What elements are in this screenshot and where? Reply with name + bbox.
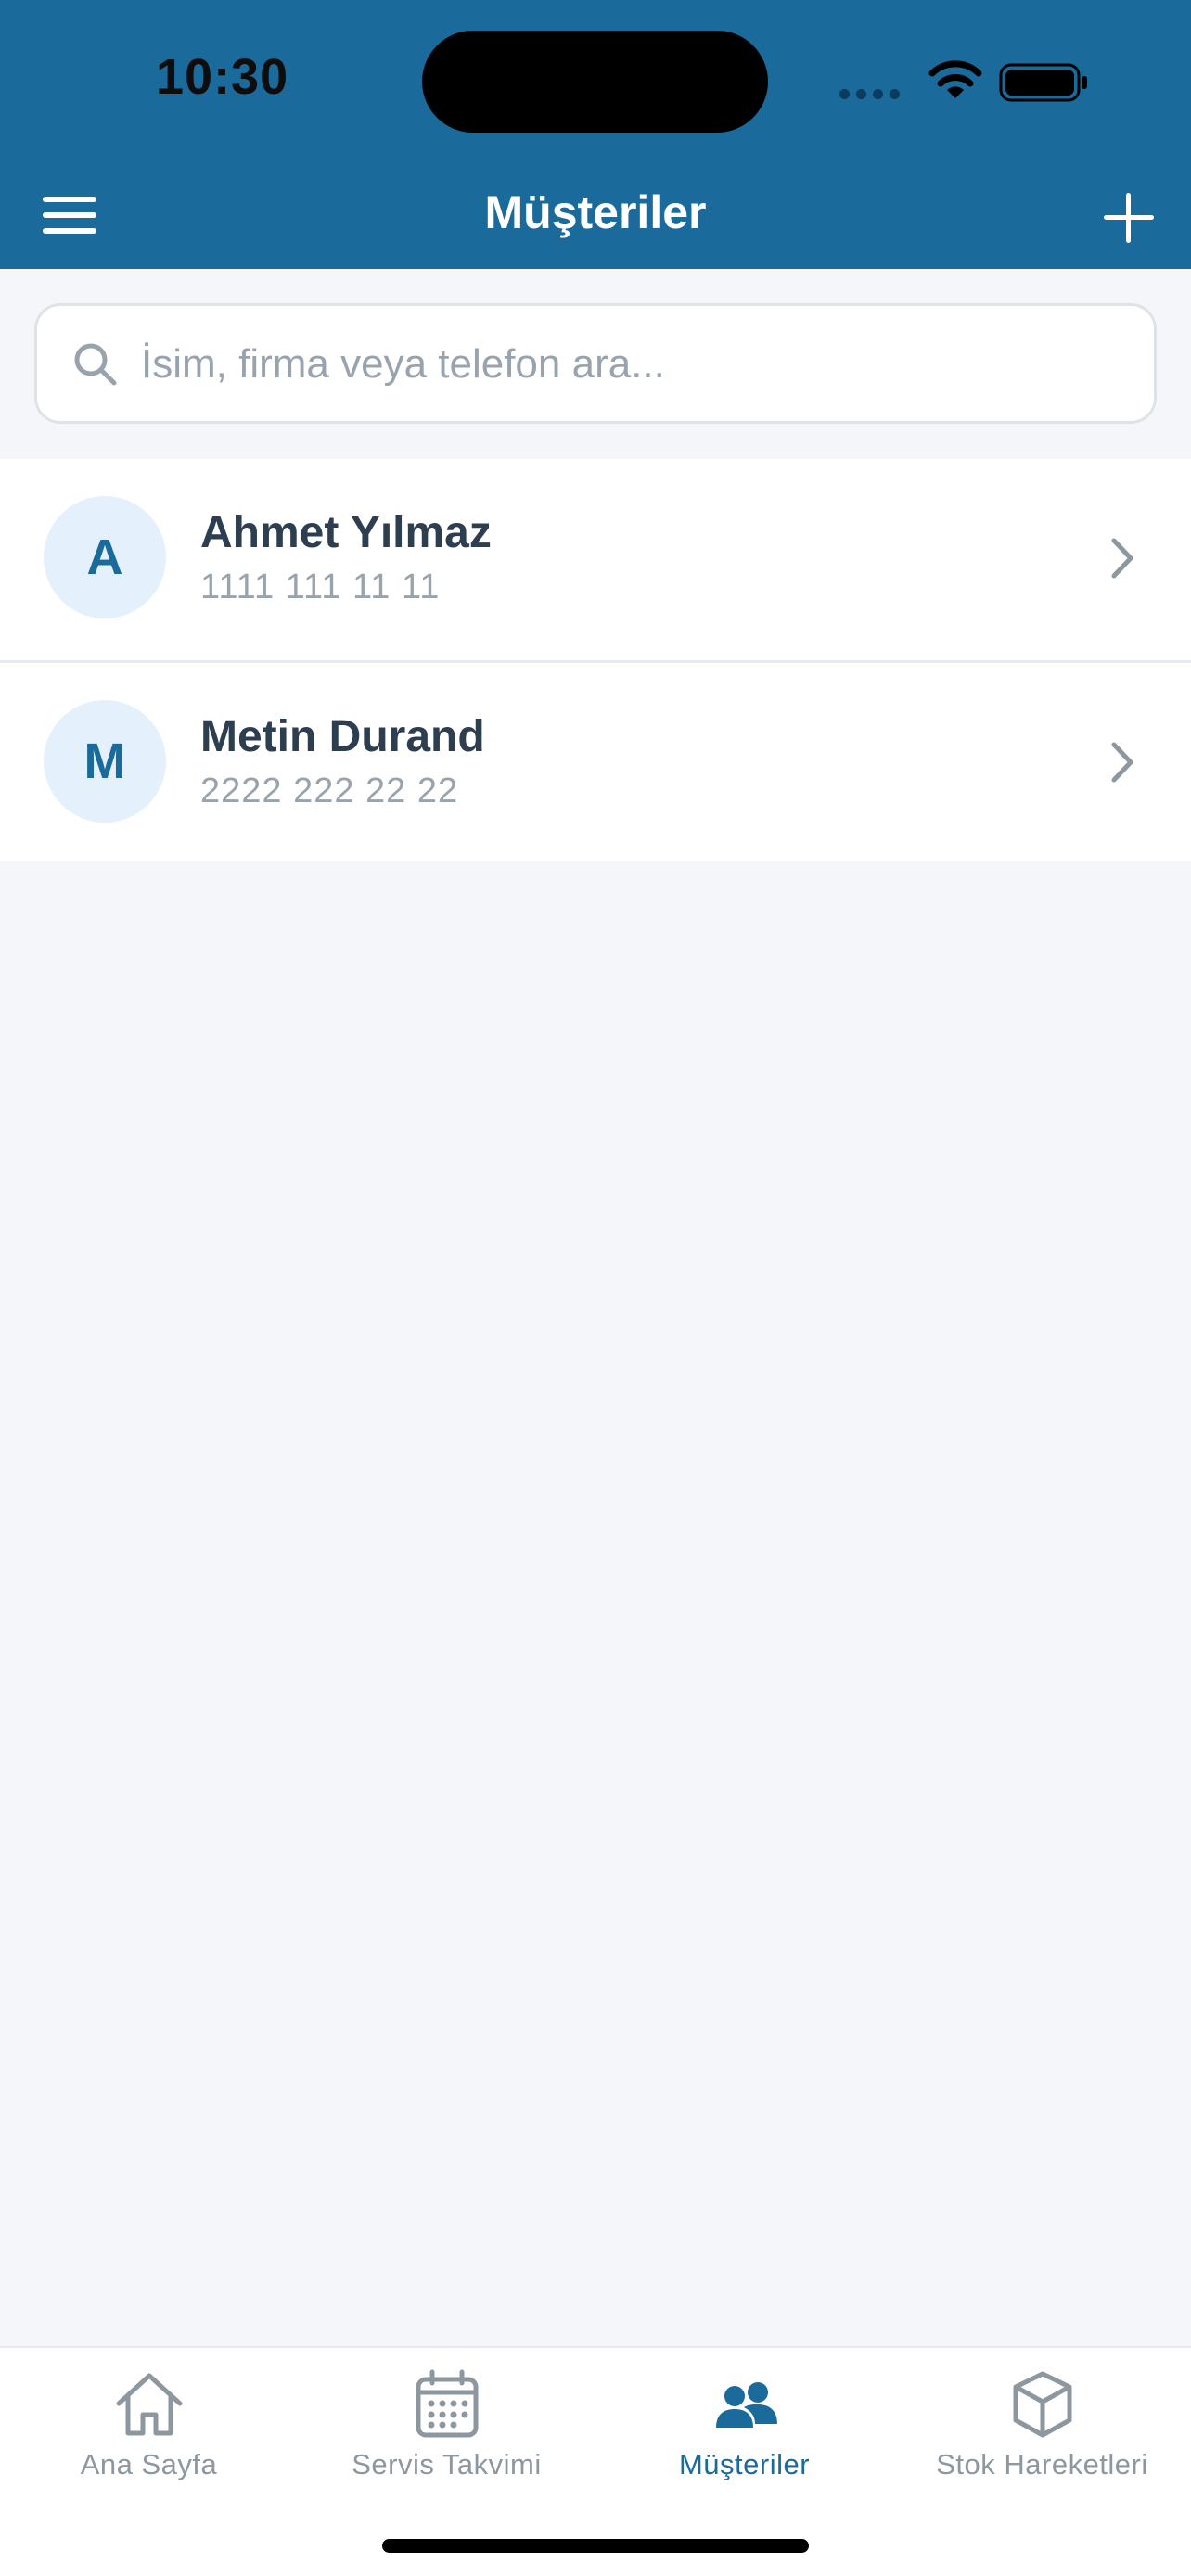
- status-time: 10:30: [156, 49, 289, 105]
- tab-label: Servis Takvimi: [352, 2448, 542, 2480]
- customer-list-item[interactable]: M Metin Durand 2222 222 22 22: [0, 660, 1191, 861]
- tab-label: Stok Hareketleri: [936, 2448, 1148, 2480]
- tab-label: Ana Sayfa: [80, 2448, 218, 2480]
- avatar: M: [44, 700, 166, 823]
- customer-name: Metin Durand: [200, 712, 485, 761]
- tab-musteriler[interactable]: Müşteriler: [596, 2366, 893, 2506]
- home-icon: [116, 2373, 182, 2436]
- customer-phone: 2222 222 22 22: [200, 772, 459, 810]
- status-indicators: [839, 56, 1090, 102]
- search-icon: [74, 343, 117, 386]
- search-bar: [34, 303, 1157, 424]
- tab-label: Müşteriler: [678, 2448, 811, 2480]
- avatar: A: [44, 496, 166, 618]
- home-indicator: [382, 2539, 809, 2553]
- customer-list: A Ahmet Yılmaz 1111 111 11 11 M Metin Du…: [0, 459, 1191, 861]
- customer-phone: 1111 111 11 11: [200, 567, 441, 606]
- add-customer-icon[interactable]: [1100, 189, 1158, 247]
- box-icon: [1013, 2371, 1071, 2438]
- cellular-signal-icon: [839, 87, 906, 104]
- tab-servis-takvimi[interactable]: Servis Takvimi: [298, 2366, 596, 2506]
- chevron-right-icon: [1111, 538, 1133, 579]
- dynamic-island: [422, 31, 768, 133]
- battery-icon: [999, 63, 1087, 102]
- wifi-icon: [928, 60, 982, 98]
- customers-screen: 10:30 Müşteriler İsim, firma veya telefo…: [0, 0, 1191, 2576]
- users-icon: [715, 2382, 777, 2428]
- app-header: 10:30 Müşteriler: [0, 0, 1191, 269]
- tab-ana-sayfa[interactable]: Ana Sayfa: [0, 2366, 298, 2506]
- tab-stok-hareketleri[interactable]: Stok Hareketleri: [893, 2366, 1191, 2506]
- calendar-icon: [416, 2369, 478, 2438]
- customer-name: Ahmet Yılmaz: [200, 508, 492, 557]
- customer-list-item[interactable]: A Ahmet Yılmaz 1111 111 11 11: [0, 459, 1191, 660]
- page-title: Müşteriler: [484, 186, 707, 238]
- search-input[interactable]: [141, 323, 1124, 406]
- chevron-right-icon: [1111, 742, 1133, 783]
